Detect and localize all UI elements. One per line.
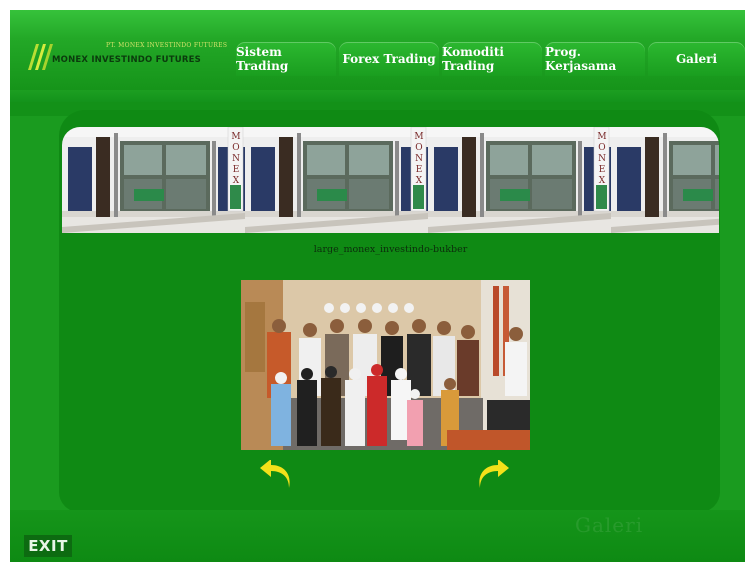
brand-name: MONEX INVESTINDO FUTURES — [52, 55, 201, 65]
previous-arrow-button[interactable] — [258, 459, 292, 488]
storefront-banner: M O N E X — [62, 127, 719, 233]
tab-galeri[interactable]: Galeri — [648, 42, 745, 76]
brand-tagline: PT. MONEX INVESTINDO FUTURES — [106, 42, 228, 49]
brand-logo[interactable]: PT. MONEX INVESTINDO FUTURES MONEX INVES… — [24, 40, 228, 74]
app-window: PT. MONEX INVESTINDO FUTURES MONEX INVES… — [10, 10, 745, 562]
exit-button[interactable]: EXIT — [24, 535, 72, 557]
storefront-banner-image: M O N E X — [62, 127, 719, 233]
tab-sistem-trading[interactable]: Sistem Trading — [236, 42, 336, 76]
gallery-photo[interactable] — [241, 280, 530, 450]
arrow-left-icon — [260, 459, 290, 488]
page-watermark: Galeri — [575, 513, 644, 537]
gallery-caption: large_monex_investindo-bukber — [313, 244, 468, 255]
tab-forex-trading[interactable]: Forex Trading — [339, 42, 439, 76]
tab-komoditi-trading[interactable]: Komoditi Trading — [442, 42, 542, 76]
group-photo-image — [241, 280, 530, 450]
tab-prog-kerjasama[interactable]: Prog. Kerjasama — [545, 42, 645, 76]
next-arrow-button[interactable] — [477, 459, 511, 488]
arrow-right-icon — [479, 459, 509, 488]
